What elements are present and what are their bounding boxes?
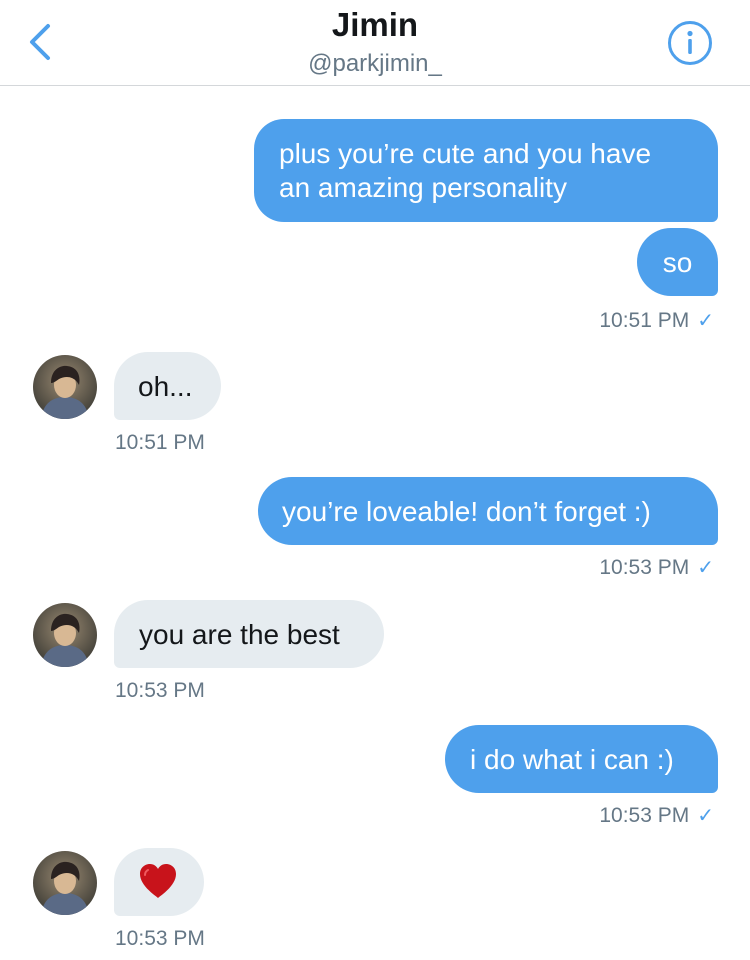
avatar-image — [33, 603, 97, 667]
message-text: oh... — [138, 371, 193, 402]
timestamp-text: 10:53 PM — [599, 804, 690, 827]
red-heart-icon — [140, 864, 176, 898]
message-timestamp: 10:53 PM — [115, 679, 205, 703]
message-bubble-sent[interactable]: so — [637, 228, 718, 296]
avatar-image — [33, 355, 97, 419]
message-bubble-received[interactable]: you are the best — [114, 600, 384, 668]
message-timestamp: 10:53 PM — [115, 927, 205, 951]
timestamp-text: 10:53 PM — [599, 556, 690, 579]
timestamp-text: 10:51 PM — [115, 431, 205, 454]
contact-handle[interactable]: @parkjimin_ — [0, 50, 750, 78]
message-bubble-received[interactable] — [114, 848, 204, 916]
message-text: so — [662, 247, 693, 278]
message-bubble-sent[interactable]: you’re loveable! don’t forget :) — [258, 477, 718, 545]
message-text: i do what i can :) — [470, 744, 674, 775]
timestamp-text: 10:53 PM — [115, 679, 205, 702]
message-text: you’re loveable! don’t forget :) — [282, 496, 651, 527]
read-receipt-icon: ✓ — [697, 310, 714, 332]
message-timestamp: 10:51 PM — [115, 431, 205, 455]
timestamp-text: 10:53 PM — [115, 927, 205, 950]
contact-name[interactable]: Jimin — [0, 6, 750, 44]
message-text: plus you’re cute and you have an amazing… — [279, 138, 652, 203]
info-button[interactable] — [667, 20, 713, 66]
message-timestamp: 10:53 PM ✓ — [599, 803, 714, 828]
message-text: you are the best — [139, 619, 340, 650]
message-bubble-sent[interactable]: plus you’re cute and you have an amazing… — [254, 119, 718, 222]
conversation-header: Jimin @parkjimin_ — [0, 0, 750, 86]
avatar[interactable] — [33, 355, 97, 419]
avatar[interactable] — [33, 603, 97, 667]
message-bubble-sent[interactable]: i do what i can :) — [445, 725, 718, 793]
timestamp-text: 10:51 PM — [599, 309, 690, 332]
read-receipt-icon: ✓ — [697, 805, 714, 827]
message-timestamp: 10:53 PM ✓ — [599, 555, 714, 580]
message-bubble-received[interactable]: oh... — [114, 352, 221, 420]
read-receipt-icon: ✓ — [697, 557, 714, 579]
avatar-image — [33, 851, 97, 915]
message-timestamp: 10:51 PM ✓ — [599, 308, 714, 333]
info-icon — [668, 21, 712, 65]
avatar[interactable] — [33, 851, 97, 915]
